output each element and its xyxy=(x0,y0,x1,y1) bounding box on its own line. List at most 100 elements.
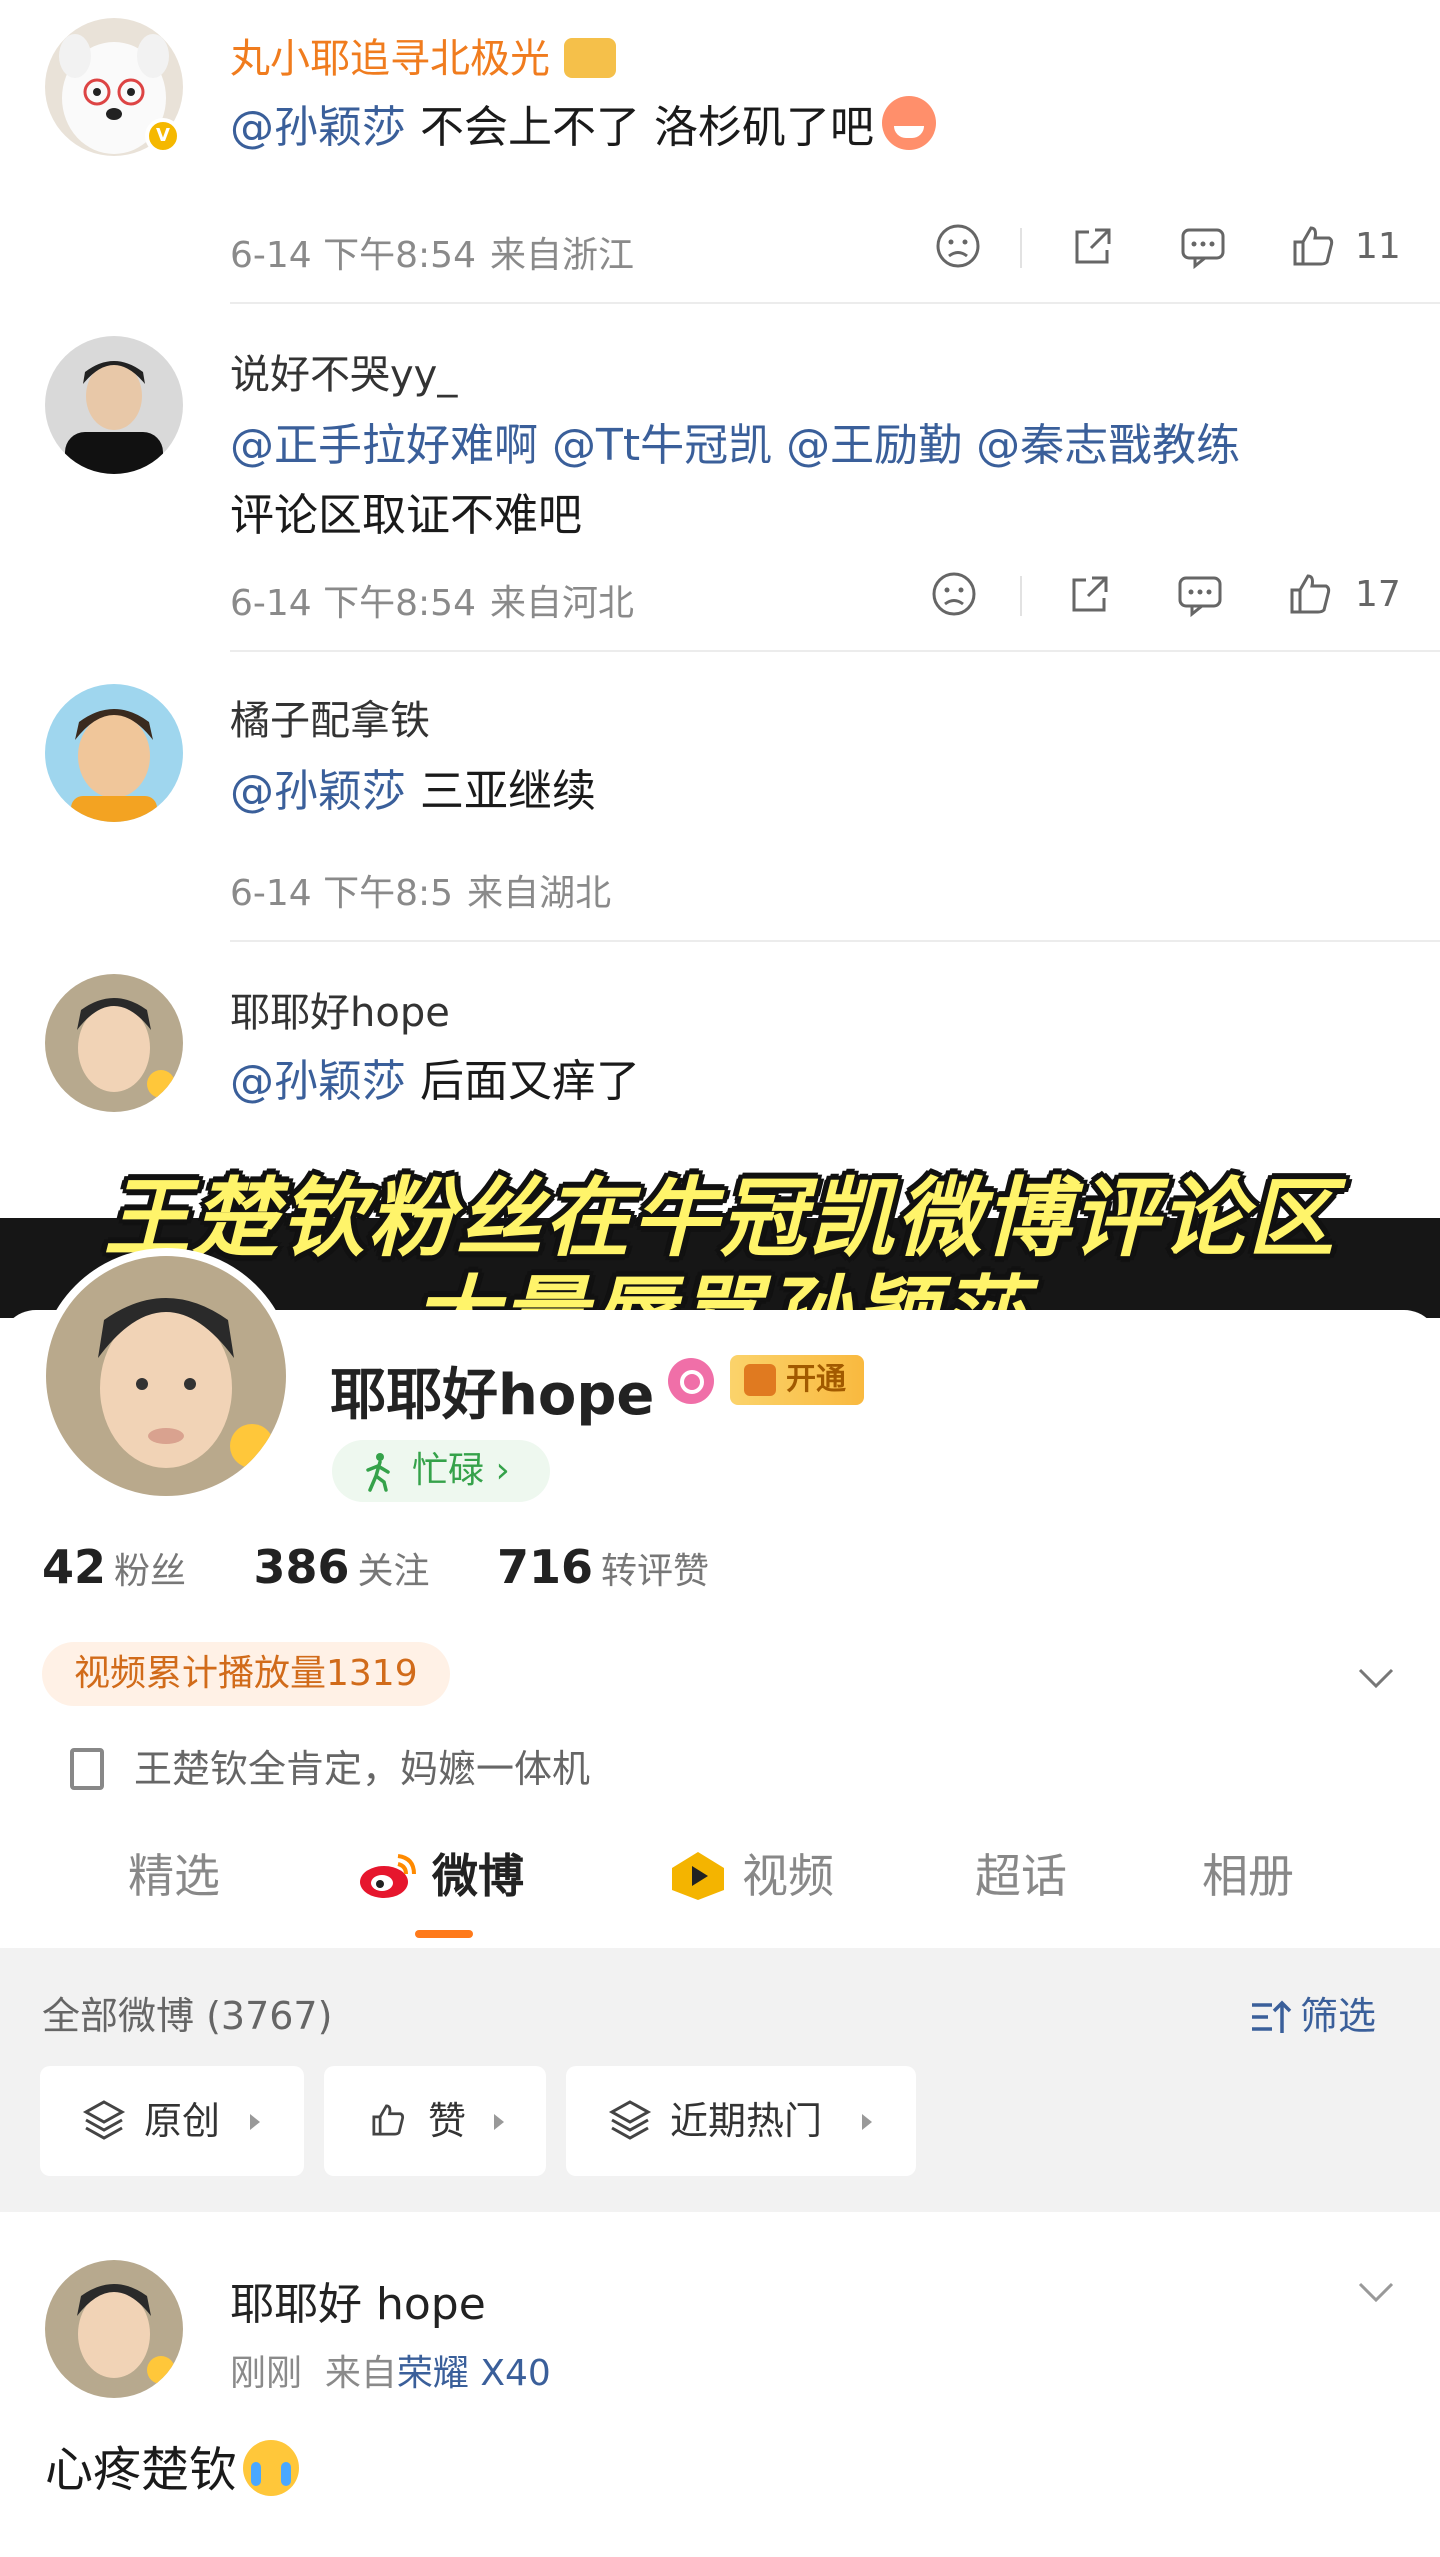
comment-actions: 17 xyxy=(920,566,1401,626)
tab-super-topic[interactable]: 超话 xyxy=(975,1840,1067,1906)
share-icon[interactable] xyxy=(1065,218,1125,278)
tab-label: 微博 xyxy=(432,1849,524,1903)
comment-author-name[interactable]: 说好不哭yy_ xyxy=(230,342,457,400)
mention-link[interactable]: @孙颖莎 xyxy=(230,1056,406,1107)
comment-location: 来自河北 xyxy=(490,583,635,624)
comment-meta: 6-14 下午8:5 来自湖北 xyxy=(230,864,611,916)
post-avatar-image xyxy=(45,2260,183,2398)
like-count: 17 xyxy=(1355,574,1401,615)
status-pill[interactable]: 忙碌 › xyxy=(332,1440,550,1502)
bio-text: 王楚钦全肯定，妈嬷一体机 xyxy=(134,1747,591,1791)
chevron-down-icon[interactable] xyxy=(1356,1658,1396,1698)
comment-divider xyxy=(230,302,1440,304)
dislike-icon[interactable] xyxy=(926,566,986,626)
like-icon[interactable] xyxy=(1285,218,1345,278)
action-divider xyxy=(1020,576,1022,616)
filter-hot-button[interactable]: 近期热门 xyxy=(566,2066,916,2176)
profile-avatar-image xyxy=(46,1256,286,1496)
post-device[interactable]: 荣耀 X40 xyxy=(397,2353,551,2394)
filter-original-button[interactable]: 原创 xyxy=(40,2066,304,2176)
weibo-logo-icon xyxy=(360,1854,416,1898)
mention-link[interactable]: @孙颖莎 xyxy=(230,102,406,153)
tab-label: 视频 xyxy=(742,1849,834,1903)
filter-button-label: 赞 xyxy=(428,2099,467,2143)
filter-liked-button[interactable]: 赞 xyxy=(324,2066,546,2176)
post-time: 刚刚 xyxy=(230,2353,303,2394)
video-play-icon xyxy=(672,1852,724,1900)
stat-number: 716 xyxy=(496,1540,594,1594)
vip-open-badge[interactable]: 开通 xyxy=(730,1355,864,1405)
active-tab-indicator xyxy=(415,1930,473,1938)
avatar[interactable] xyxy=(45,974,183,1112)
share-icon[interactable] xyxy=(1062,566,1122,626)
like-icon xyxy=(372,2104,405,2136)
comment-body: 评论区取证不难吧 xyxy=(230,490,582,541)
caret-right-icon xyxy=(494,2114,504,2130)
member-crown-icon xyxy=(564,38,616,78)
tab-album[interactable]: 相册 xyxy=(1202,1840,1294,1906)
comment-text: @孙颖莎 三亚继续 xyxy=(230,756,596,828)
comment-time: 6-14 下午8:54 xyxy=(230,235,476,276)
comment-divider xyxy=(230,650,1440,652)
post-avatar[interactable] xyxy=(45,2260,183,2398)
filter-sort-icon xyxy=(1252,2000,1292,2033)
profile-tabs: 精选 微博 视频 超话 相册 xyxy=(0,1840,1440,1950)
post-author-name[interactable]: 耶耶好 hope xyxy=(230,2268,486,2332)
comment-text: @孙颖莎 后面又痒了 xyxy=(230,1046,640,1118)
avatar[interactable] xyxy=(45,336,183,474)
comment-location: 来自浙江 xyxy=(490,235,635,276)
action-divider xyxy=(1020,228,1022,268)
video-play-count-badge[interactable]: 视频累计播放量1319 xyxy=(42,1642,450,1706)
comment-time: 6-14 下午8:54 xyxy=(230,583,476,624)
boy-avatar-image xyxy=(45,974,183,1112)
comment-author-name[interactable]: 橘子配拿铁 xyxy=(230,688,430,746)
filter-button-label: 原创 xyxy=(144,2099,221,2143)
filter-button[interactable]: 筛选 xyxy=(1250,1985,1376,2040)
dislike-icon[interactable] xyxy=(930,218,990,278)
interactions-stat[interactable]: 716 转评赞 xyxy=(497,1540,709,1594)
followers-stat[interactable]: 42 粉丝 xyxy=(42,1540,186,1594)
post-body: 心疼楚钦 xyxy=(45,2442,238,2498)
verified-badge-icon: V xyxy=(145,118,181,154)
walking-icon xyxy=(366,1453,390,1492)
status-text: 忙碌 › xyxy=(412,1450,510,1491)
profile-avatar[interactable] xyxy=(38,1248,294,1504)
comment-actions: 11 xyxy=(920,218,1401,278)
like-icon[interactable] xyxy=(1282,566,1342,626)
layers-icon xyxy=(608,2100,652,2140)
author-name-text: 丸小耶追寻北极光 xyxy=(230,36,550,82)
comment-meta: 6-14 下午8:54 来自河北 xyxy=(230,574,634,626)
stat-number: 386 xyxy=(253,1540,350,1594)
profile-stats: 42 粉丝 386 关注 716 转评赞 xyxy=(42,1540,765,1594)
caret-right-icon xyxy=(250,2114,260,2130)
avatar[interactable] xyxy=(45,684,183,822)
comment-author-name[interactable]: 丸小耶追寻北极光 xyxy=(230,26,616,84)
comment-icon[interactable] xyxy=(1175,218,1235,278)
profile-name: 耶耶好hope xyxy=(330,1363,655,1428)
stat-number: 42 xyxy=(42,1540,107,1594)
comment-divider xyxy=(230,940,1440,942)
laughing-emoji-icon xyxy=(881,96,936,150)
crying-emoji-icon xyxy=(243,2440,300,2496)
chevron-down-icon[interactable] xyxy=(1356,2272,1396,2312)
post-source-prefix: 来自 xyxy=(324,2353,397,2394)
female-gender-icon xyxy=(668,1358,714,1404)
following-stat[interactable]: 386 关注 xyxy=(253,1540,429,1594)
mention-links[interactable]: @正手拉好难啊 @Tt牛冠凯 @王励勤 @秦志戬教练 xyxy=(230,420,1240,471)
tab-featured[interactable]: 精选 xyxy=(128,1840,220,1906)
tab-weibo[interactable]: 微博 xyxy=(358,1840,524,1906)
comment-body: 三亚继续 xyxy=(406,766,596,817)
tab-video[interactable]: 视频 xyxy=(668,1840,834,1906)
boy-avatar-image xyxy=(45,684,183,822)
comment-icon[interactable] xyxy=(1172,566,1232,626)
document-icon xyxy=(70,1748,104,1790)
mention-link[interactable]: @孙颖莎 xyxy=(230,766,406,817)
comment-author-name[interactable]: 耶耶好hope xyxy=(230,980,450,1038)
man-avatar-image xyxy=(45,336,183,474)
stat-label: 转评赞 xyxy=(601,1551,710,1592)
comment-text: @正手拉好难啊 @Tt牛冠凯 @王励勤 @秦志戬教练 xyxy=(230,410,1240,482)
caret-right-icon xyxy=(862,2114,872,2130)
comment-text: @孙颖莎 不会上不了 洛杉矶了吧 xyxy=(230,92,936,164)
stat-label: 粉丝 xyxy=(114,1551,187,1592)
filter-button-label: 近期热门 xyxy=(670,2099,823,2143)
